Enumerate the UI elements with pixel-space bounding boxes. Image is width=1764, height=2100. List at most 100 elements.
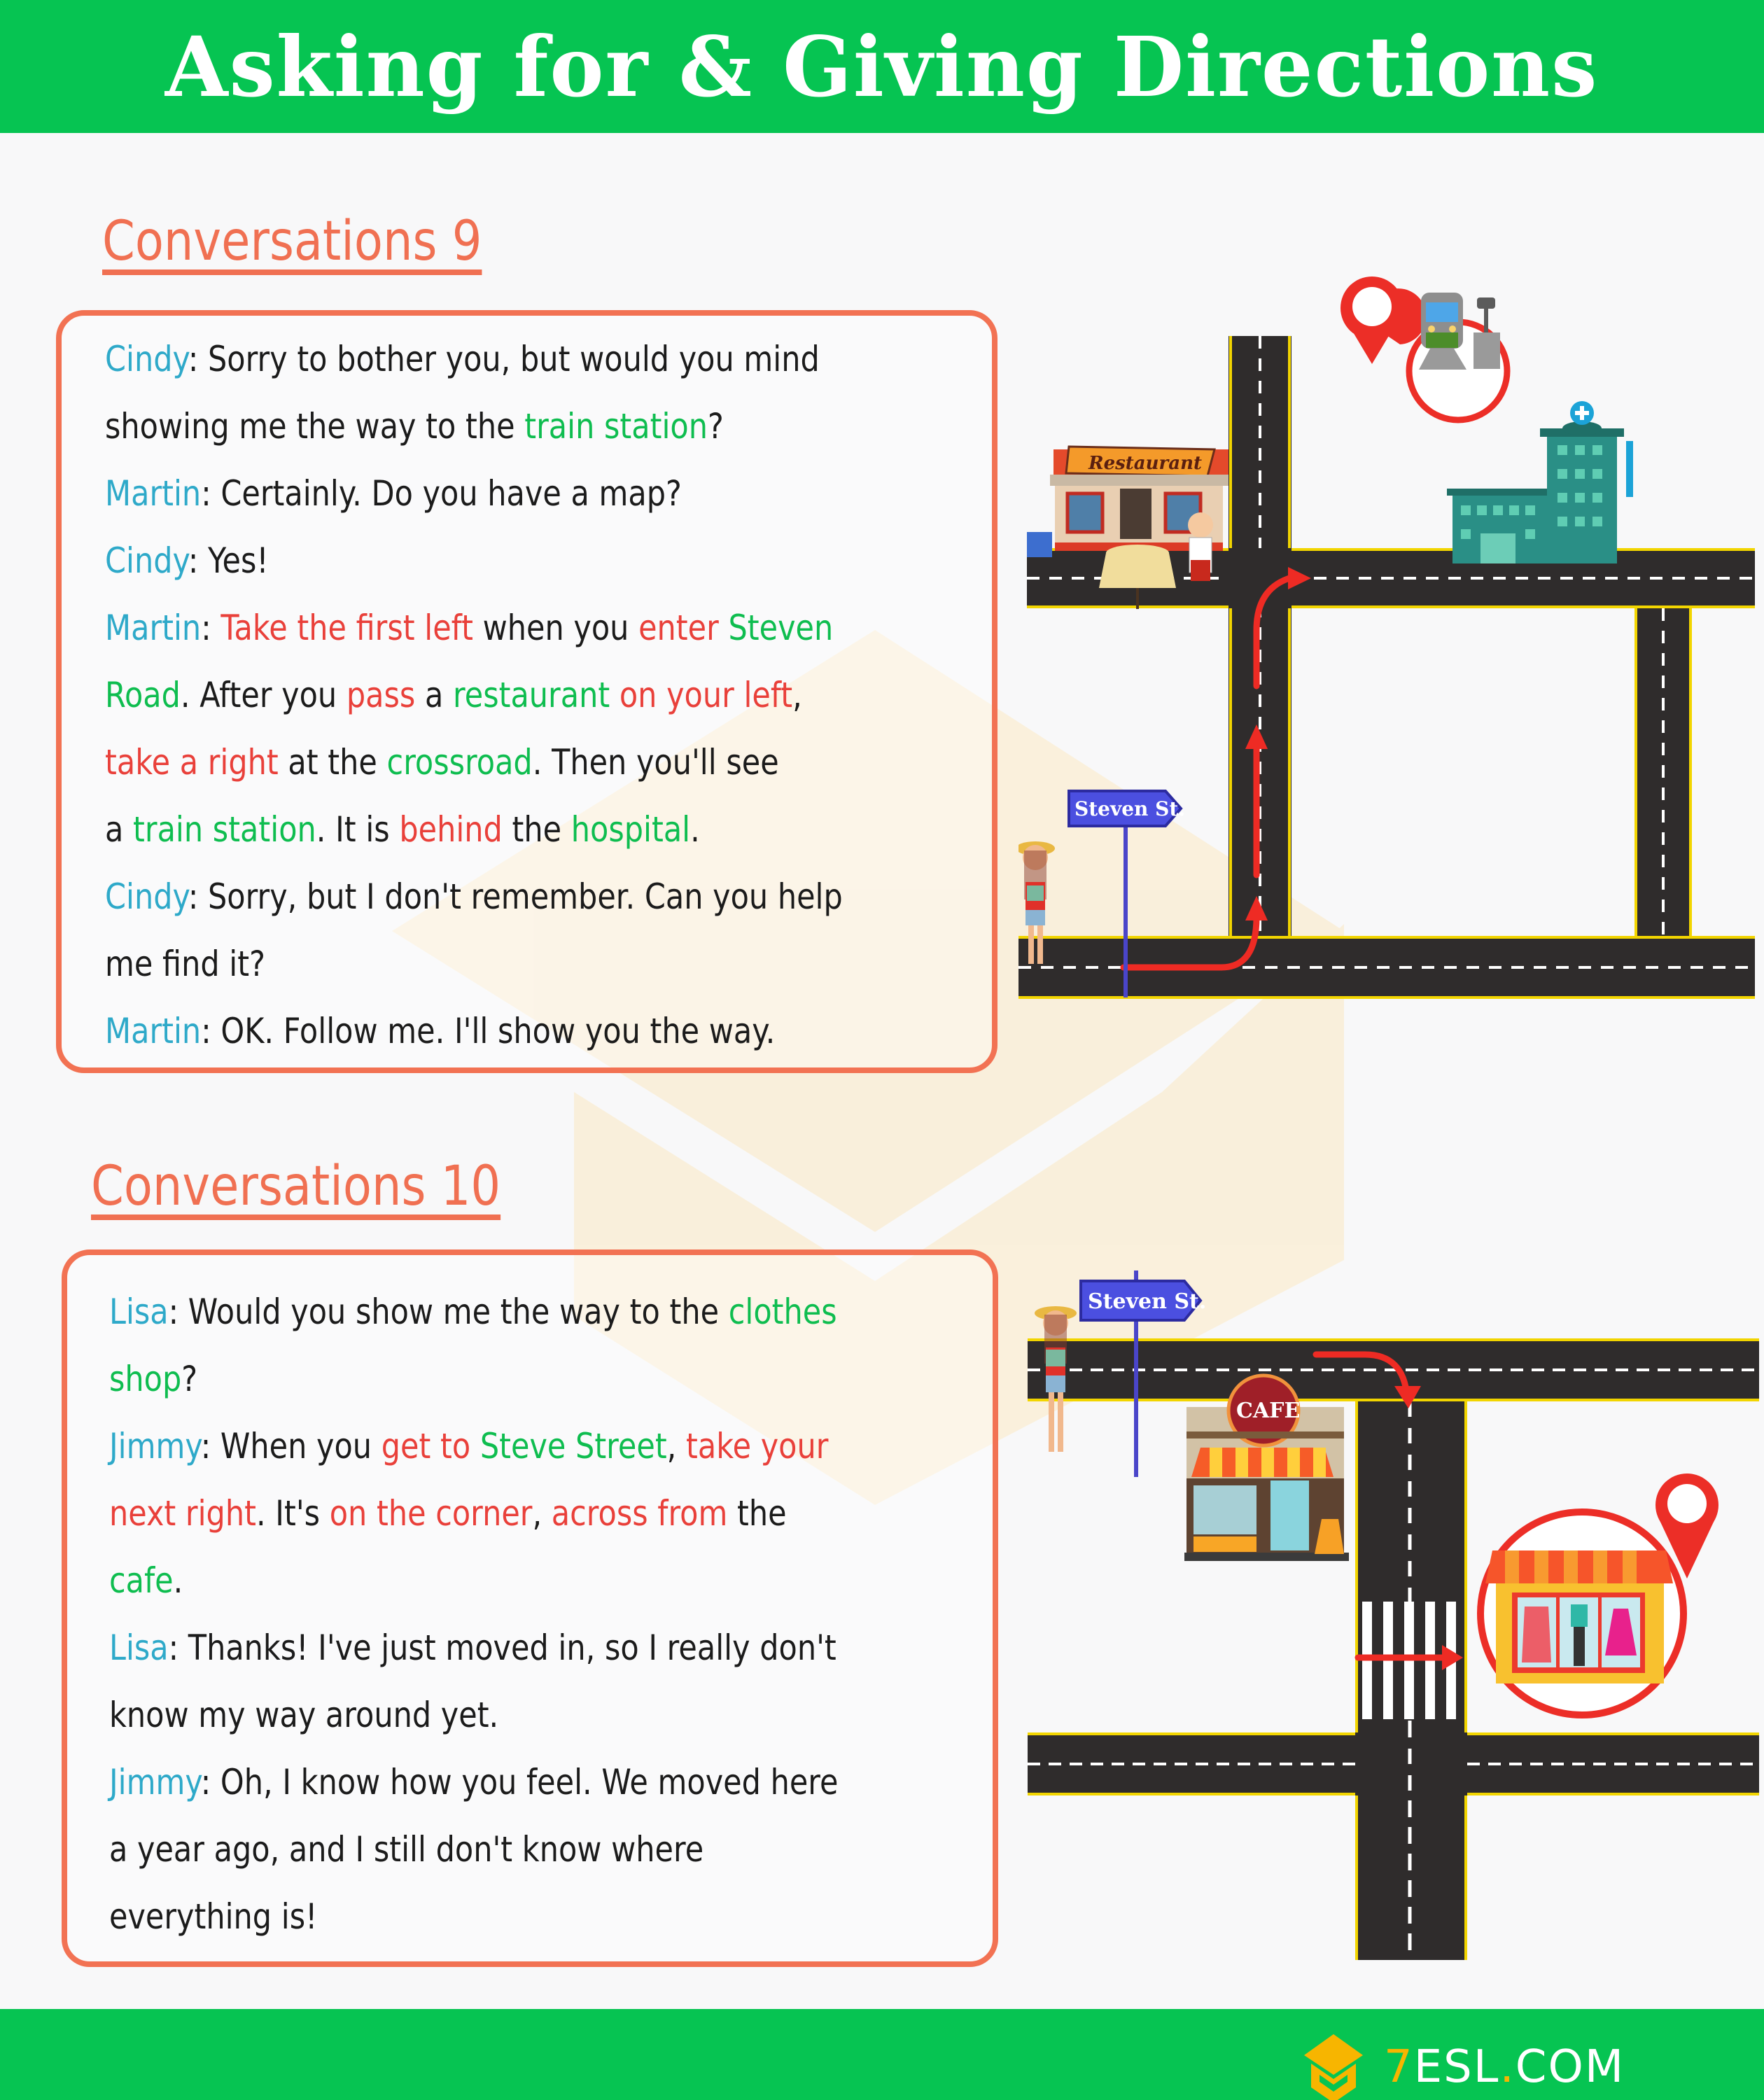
dialogue-line: Martin: Certainly. Do you have a map?: [105, 460, 843, 527]
speaker-name: Jimmy: [109, 1762, 201, 1802]
speaker-name: Cindy: [105, 876, 188, 917]
page-title: Asking for & Giving Directions: [165, 18, 1599, 115]
section-title-conversation-10: Conversations 10: [91, 1155, 501, 1218]
train-station-destination-icon: [1340, 276, 1511, 424]
dialogue-line: next right. It's on the corner, across f…: [109, 1480, 838, 1547]
dialogue-line: a year ago, and I still don't know where: [109, 1816, 838, 1883]
dialogue-text: : Sorry to bother you, but would you min…: [188, 339, 820, 379]
site-logo[interactable]: 7ESL.COM: [1298, 2029, 1625, 2100]
dialogue-text: a year ago, and I still don't know where: [109, 1829, 704, 1870]
dialogue-line: me find it?: [105, 930, 843, 997]
speaker-name: Cindy: [105, 339, 188, 379]
speaker-name: Martin: [105, 608, 202, 648]
dialogue-line: showing me the way to the train station?: [105, 393, 843, 460]
dialogue-text: ,: [792, 675, 802, 715]
logo-main: ESL: [1413, 2041, 1500, 2093]
direction-phrase: behind: [399, 809, 503, 850]
dialogue-line: Jimmy: Oh, I know how you feel. We moved…: [109, 1749, 838, 1816]
cafe-sign-label: CAFE: [1236, 1399, 1300, 1423]
speaker-name: Jimmy: [109, 1426, 201, 1466]
dialogue-text: showing me the way to the: [105, 406, 525, 447]
dialogue-text: know my way around yet.: [109, 1695, 499, 1735]
direction-phrase: get to: [381, 1426, 480, 1466]
dialogue-line: Lisa: Would you show me the way to the c…: [109, 1278, 838, 1345]
place-name: Steve Street: [479, 1426, 667, 1466]
dialogue-text: . Then you'll see: [532, 742, 779, 783]
dialogue-text: a: [105, 809, 134, 850]
place-name: Road: [105, 675, 181, 715]
dialogue-text: :: [201, 608, 221, 648]
dialogue-text: .: [173, 1560, 183, 1601]
direction-phrase: on the corner: [329, 1493, 533, 1534]
dialogue-text: .: [690, 809, 700, 850]
dialogue-line: Cindy: Yes!: [105, 527, 843, 594]
dialogue-text: a: [415, 675, 453, 715]
direction-phrase: across from: [551, 1493, 728, 1534]
place-name: crossroad: [386, 742, 533, 783]
dialogue-text: ,: [532, 1493, 552, 1534]
dialogue-text: : Yes!: [188, 540, 269, 581]
graduation-cap-icon: [1304, 2034, 1363, 2100]
section-title-conversation-9: Conversations 9: [102, 210, 482, 273]
direction-phrase: enter: [638, 608, 729, 648]
place-name: train station: [133, 809, 316, 850]
direction-phrase: next right: [109, 1493, 256, 1534]
speaker-name: Martin: [105, 1011, 202, 1051]
direction-phrase: on your left: [610, 675, 793, 715]
logo-seven: 7: [1384, 2041, 1414, 2093]
dialogue-line: shop?: [109, 1345, 838, 1413]
dialog-text-conversation-9: Cindy: Sorry to bother you, but would yo…: [105, 326, 843, 1065]
place-name: train station: [524, 406, 708, 447]
dialogue-line: Cindy: Sorry to bother you, but would yo…: [105, 326, 843, 393]
place-name: restaurant: [452, 675, 610, 715]
logo-tld: COM: [1515, 2041, 1625, 2093]
dialogue-text: : Sorry, but I don't remember. Can you h…: [188, 876, 843, 917]
dialogue-text: when you: [472, 608, 639, 648]
dialog-text-conversation-10: Lisa: Would you show me the way to the c…: [109, 1278, 838, 1950]
dialogue-text: : Certainly. Do you have a map?: [201, 473, 682, 514]
header-banner: Asking for & Giving Directions: [0, 0, 1764, 133]
dialogue-text: . After you: [180, 675, 346, 715]
place-name: Steven: [728, 608, 834, 648]
dialogue-text: ?: [181, 1359, 198, 1399]
logo-text: 7ESL.COM: [1384, 2041, 1625, 2093]
speaker-name: Martin: [105, 473, 202, 514]
dialogue-text: the: [727, 1493, 787, 1534]
dialogue-text: ?: [708, 406, 724, 447]
direction-phrase: take your: [686, 1426, 829, 1466]
dialogue-line: Road. After you pass a restaurant on you…: [105, 662, 843, 729]
place-name: shop: [109, 1359, 182, 1399]
map-conversation-10: Steven St. CAFE: [1028, 1270, 1759, 1960]
dialogue-line: know my way around yet.: [109, 1681, 838, 1749]
dialogue-line: Martin: Take the first left when you ent…: [105, 594, 843, 662]
direction-phrase: take a right: [105, 742, 279, 783]
clothes-shop-destination-icon: [1477, 1474, 1718, 1718]
logo-dot: .: [1499, 2041, 1516, 2093]
dialogue-line: Cindy: Sorry, but I don't remember. Can …: [105, 863, 843, 930]
dialogue-line: cafe.: [109, 1547, 838, 1614]
place-name: clothes: [728, 1292, 837, 1332]
dialogue-line: Martin: OK. Follow me. I'll show you the…: [105, 997, 843, 1065]
place-name: cafe: [109, 1560, 174, 1601]
direction-phrase: pass: [346, 675, 416, 715]
dialogue-text: . It's: [255, 1493, 330, 1534]
roads: [1018, 336, 1755, 999]
dialogue-text: : Would you show me the way to the: [168, 1292, 729, 1332]
restaurant-sign-label: Restaurant: [1088, 453, 1202, 474]
speaker-name: Lisa: [109, 1292, 169, 1332]
speaker-name: Lisa: [109, 1628, 169, 1668]
dialogue-line: a train station. It is behind the hospit…: [105, 796, 843, 863]
place-name: hospital: [570, 809, 691, 850]
dialogue-text: . It is: [316, 809, 400, 850]
dialogue-text: everything is!: [109, 1896, 318, 1937]
dialogue-line: take a right at the crossroad. Then you'…: [105, 729, 843, 796]
street-sign-label: Steven St.: [1088, 1289, 1206, 1314]
dialogue-text: : When you: [200, 1426, 382, 1466]
hospital-icon: [1447, 401, 1633, 564]
dialogue-text: at the: [278, 742, 387, 783]
dialogue-text: : Thanks! I've just moved in, so I reall…: [168, 1628, 836, 1668]
dialogue-text: me find it?: [105, 944, 265, 984]
dialogue-text: : OK. Follow me. I'll show you the way.: [201, 1011, 776, 1051]
dialogue-text: : Oh, I know how you feel. We moved here: [200, 1762, 839, 1802]
dialogue-line: Lisa: Thanks! I've just moved in, so I r…: [109, 1614, 838, 1681]
